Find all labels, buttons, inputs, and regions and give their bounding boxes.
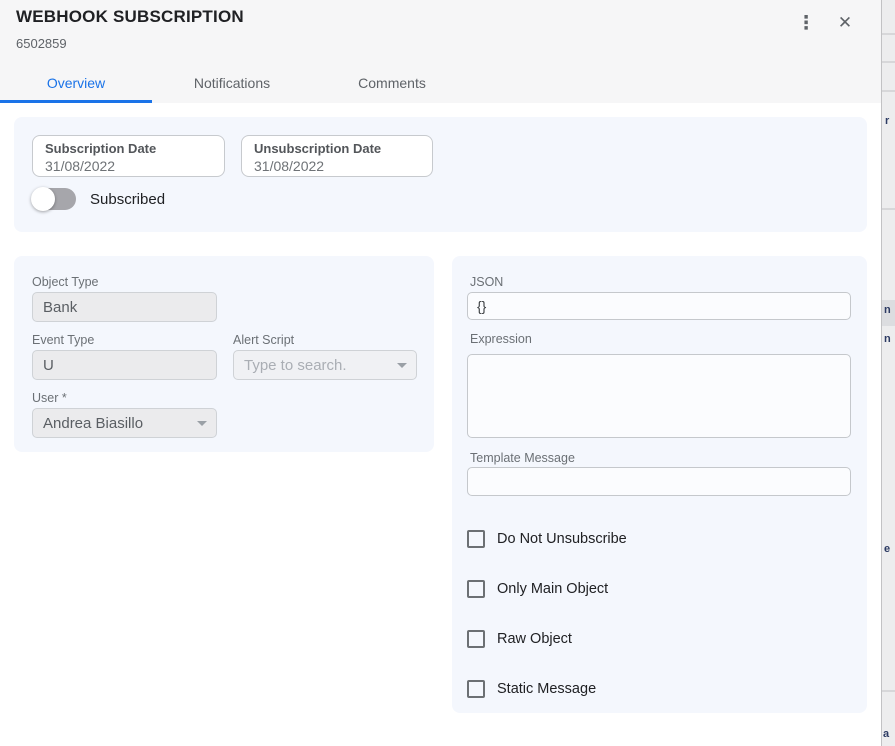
event-type-label: Event Type — [32, 333, 94, 347]
subscribed-toggle-row: Subscribed — [32, 188, 165, 210]
user-select[interactable] — [32, 408, 217, 438]
message-panel: JSON Expression Template Message Do Not … — [452, 256, 867, 713]
webhook-subscription-dialog: WEBHOOK SUBSCRIPTION 6502859 ⋮ ✕ Overvie… — [0, 0, 881, 746]
user-label: User * — [32, 391, 67, 405]
checkbox-row-only-main-object: Only Main Object — [467, 579, 608, 599]
cutoff-text-fragment: n — [884, 304, 891, 317]
subscription-panel: Subscription Date 31/08/2022 Unsubscript… — [14, 117, 867, 232]
subscription-date-field[interactable]: Subscription Date 31/08/2022 — [32, 135, 225, 177]
subscription-date-label: Subscription Date — [45, 141, 212, 156]
strip-divider — [882, 208, 895, 210]
template-message-input[interactable] — [467, 467, 851, 496]
dialog-subtitle: 6502859 — [16, 36, 67, 51]
details-panel: Object Type Event Type Alert Script User… — [14, 256, 434, 452]
tab-overview-label: Overview — [47, 75, 105, 91]
strip-divider — [882, 33, 895, 35]
strip-divider — [882, 690, 895, 692]
raw-object-checkbox[interactable] — [467, 630, 485, 648]
cutoff-text-fragment: e — [884, 543, 890, 556]
object-type-input[interactable] — [32, 292, 217, 322]
cutoff-text-fragment: n — [884, 333, 891, 346]
unsubscription-date-value: 31/08/2022 — [254, 158, 420, 174]
screen: WEBHOOK SUBSCRIPTION 6502859 ⋮ ✕ Overvie… — [0, 0, 895, 746]
close-icon[interactable]: ✕ — [832, 10, 858, 36]
cutoff-text-fragment: r — [885, 115, 889, 128]
expression-label: Expression — [470, 332, 532, 346]
raw-object-label: Raw Object — [497, 631, 572, 647]
cutoff-text-fragment: a — [883, 728, 889, 741]
do-not-unsubscribe-label: Do Not Unsubscribe — [497, 531, 627, 547]
static-message-label: Static Message — [497, 681, 596, 697]
checkbox-row-raw-object: Raw Object — [467, 629, 572, 649]
expression-textarea[interactable] — [467, 354, 851, 438]
strip-divider — [882, 90, 895, 92]
kebab-menu-icon[interactable]: ⋮ — [793, 10, 819, 36]
subscription-date-value: 31/08/2022 — [45, 158, 212, 174]
static-message-checkbox[interactable] — [467, 680, 485, 698]
dialog-title: WEBHOOK SUBSCRIPTION — [16, 7, 244, 27]
background-page-strip: r n n e a — [881, 0, 895, 746]
alert-script-select[interactable] — [233, 350, 417, 380]
tab-notifications-label: Notifications — [194, 75, 270, 91]
only-main-object-label: Only Main Object — [497, 581, 608, 597]
unsubscription-date-label: Unsubscription Date — [254, 141, 420, 156]
subscribed-toggle[interactable] — [32, 188, 76, 210]
only-main-object-checkbox[interactable] — [467, 580, 485, 598]
active-tab-underline — [0, 100, 152, 103]
tab-bar: Overview Notifications Comments — [0, 63, 472, 103]
template-message-label: Template Message — [470, 451, 575, 465]
json-label: JSON — [470, 275, 503, 289]
unsubscription-date-field[interactable]: Unsubscription Date 31/08/2022 — [241, 135, 433, 177]
tab-overview[interactable]: Overview — [0, 63, 152, 103]
tab-notifications[interactable]: Notifications — [152, 63, 312, 103]
toggle-knob — [31, 187, 55, 211]
strip-divider — [882, 61, 895, 63]
event-type-input[interactable] — [32, 350, 217, 380]
subscribed-toggle-label: Subscribed — [90, 191, 165, 208]
alert-script-input[interactable] — [233, 350, 417, 380]
alert-script-label: Alert Script — [233, 333, 294, 347]
object-type-label: Object Type — [32, 275, 98, 289]
do-not-unsubscribe-checkbox[interactable] — [467, 530, 485, 548]
user-input[interactable] — [32, 408, 217, 438]
json-input[interactable] — [467, 292, 851, 320]
checkbox-row-do-not-unsubscribe: Do Not Unsubscribe — [467, 529, 627, 549]
checkbox-row-static-message: Static Message — [467, 679, 596, 699]
dialog-header: WEBHOOK SUBSCRIPTION 6502859 ⋮ ✕ Overvie… — [0, 0, 881, 103]
tab-comments[interactable]: Comments — [312, 63, 472, 103]
tab-comments-label: Comments — [358, 75, 426, 91]
